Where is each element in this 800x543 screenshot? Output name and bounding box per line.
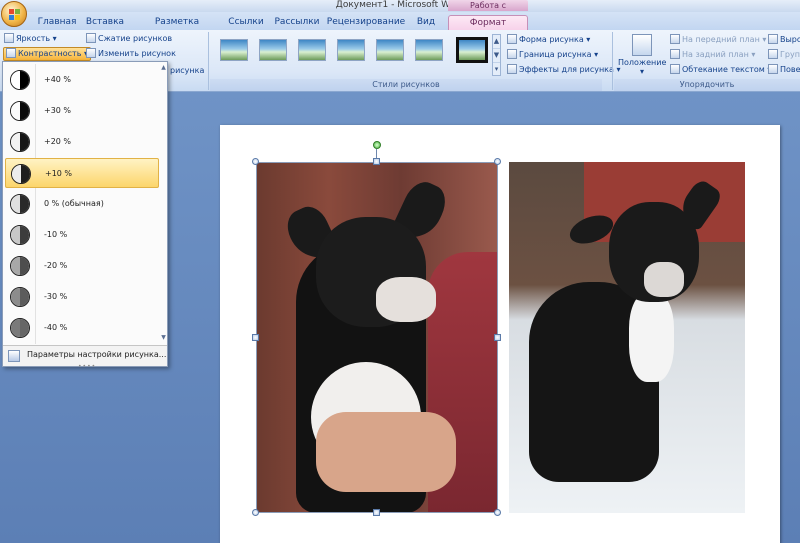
rotate-icon <box>768 64 778 74</box>
contrast-option-plus-40[interactable]: +40 % <box>5 65 159 95</box>
style-gallery-scroll[interactable]: ▲ ▼ ▾ <box>492 34 501 76</box>
contrast-option-minus-20[interactable]: -20 % <box>5 251 159 281</box>
resize-handle-bottom[interactable] <box>373 509 380 516</box>
contrast-dropdown-menu: +40 % +30 % +20 % +10 % 0 % (обычная) -1… <box>2 61 168 370</box>
send-back-icon <box>670 49 680 59</box>
bring-front-icon <box>670 34 680 44</box>
tab-mailings[interactable]: Рассылки <box>272 15 322 30</box>
contrast-level-icon <box>10 256 30 276</box>
resize-handle-left[interactable] <box>252 334 259 341</box>
tab-insert[interactable]: Вставка <box>82 15 128 30</box>
tab-page-layout[interactable]: Разметка страницы <box>132 15 222 41</box>
rotation-handle[interactable] <box>373 141 381 149</box>
picture-shape-button[interactable]: Форма рисунка ▾ <box>507 33 590 47</box>
window-title: Документ1 - Microsoft Word <box>335 0 465 10</box>
tab-review[interactable]: Рецензирование <box>326 15 406 30</box>
change-picture-button[interactable]: Изменить рисунок <box>86 47 176 61</box>
rotate-button[interactable]: Пове <box>768 63 800 77</box>
arrange-group-label: Упорядочить <box>614 79 800 91</box>
resize-handle-top-right[interactable] <box>494 158 501 165</box>
picture-border-button[interactable]: Граница рисунка ▾ <box>507 48 598 62</box>
office-logo-icon <box>9 9 21 21</box>
dog-photo-right[interactable] <box>509 162 745 513</box>
position-button[interactable]: Положение ▾ <box>618 34 666 76</box>
border-icon <box>507 49 517 59</box>
contrast-button[interactable]: Контрастность ▾ <box>3 47 91 61</box>
photo-detail <box>644 262 684 297</box>
send-to-back-button[interactable]: На задний план ▾ <box>670 48 755 62</box>
resize-grip-icon[interactable]: •••• <box>78 363 96 370</box>
tab-view[interactable]: Вид <box>410 15 442 30</box>
resize-handle-bottom-left[interactable] <box>252 509 259 516</box>
resize-handle-right[interactable] <box>494 334 501 341</box>
contrast-option-minus-40[interactable]: -40 % <box>5 313 159 343</box>
contrast-level-icon <box>10 318 30 338</box>
scroll-down-icon[interactable]: ▼ <box>160 334 167 341</box>
tab-home[interactable]: Главная <box>34 15 80 30</box>
picture-effects-button[interactable]: Эффекты для рисунка ▾ <box>507 63 620 77</box>
ribbon-separator <box>208 32 209 90</box>
picture-style-thumb-selected[interactable] <box>456 37 488 63</box>
tab-references[interactable]: Ссылки <box>224 15 268 30</box>
picture-style-thumb[interactable] <box>376 39 404 61</box>
resize-handle-bottom-right[interactable] <box>494 509 501 516</box>
brightness-icon <box>4 33 14 43</box>
picture-settings-menu-item[interactable]: Параметры настройки рисунка... •••• <box>3 345 167 370</box>
scroll-down-icon[interactable]: ▼ <box>493 49 500 63</box>
selection-frame <box>256 162 498 513</box>
contrast-level-icon <box>11 164 31 184</box>
picture-style-thumb[interactable] <box>415 39 443 61</box>
picture-style-thumb[interactable] <box>259 39 287 61</box>
group-icon <box>768 49 778 59</box>
contrast-option-minus-10[interactable]: -10 % <box>5 220 159 250</box>
contrast-level-icon <box>10 225 30 245</box>
align-icon <box>768 34 778 44</box>
ribbon-separator <box>612 32 613 90</box>
contrast-option-normal[interactable]: 0 % (обычная) <box>5 189 159 219</box>
picture-style-thumb[interactable] <box>220 39 248 61</box>
office-button[interactable] <box>1 1 27 27</box>
contrast-level-icon <box>10 70 30 90</box>
group-button[interactable]: Груп <box>768 48 800 62</box>
text-wrap-icon <box>670 64 680 74</box>
picture-tools-header: Работа с рисунками <box>448 0 528 21</box>
contrast-option-minus-30[interactable]: -30 % <box>5 282 159 312</box>
scroll-up-icon[interactable]: ▲ <box>160 64 167 71</box>
reset-picture-button[interactable]: рисунка <box>170 64 204 78</box>
position-icon <box>632 34 652 56</box>
bring-to-front-button[interactable]: На передний план ▾ <box>670 33 766 47</box>
picture-settings-icon <box>8 350 20 362</box>
tab-format[interactable]: Формат <box>448 15 528 30</box>
contrast-level-icon <box>10 132 30 152</box>
picture-style-thumb[interactable] <box>298 39 326 61</box>
compress-icon <box>86 33 96 43</box>
gallery-more-icon[interactable]: ▾ <box>493 63 500 77</box>
text-wrapping-button[interactable]: Обтекание текстом ▾ <box>670 63 771 77</box>
effects-icon <box>507 64 517 74</box>
shape-icon <box>507 34 517 44</box>
resize-handle-top-left[interactable] <box>252 158 259 165</box>
contrast-option-plus-30[interactable]: +30 % <box>5 96 159 126</box>
title-bar: Документ1 - Microsoft Word Работа с рису… <box>0 0 800 21</box>
brightness-button[interactable]: Яркость ▾ <box>4 32 57 46</box>
ribbon-tabs: Главная Вставка Разметка страницы Ссылки… <box>0 12 800 41</box>
compress-pictures-button[interactable]: Сжатие рисунков <box>86 32 172 46</box>
menu-scrollbar[interactable]: ▲ ▼ <box>160 64 167 344</box>
contrast-level-icon <box>10 194 30 214</box>
change-picture-icon <box>86 48 96 58</box>
contrast-level-icon <box>10 101 30 121</box>
picture-styles-group-label: Стили рисунков <box>210 79 602 91</box>
align-button[interactable]: Выро <box>768 33 800 47</box>
contrast-option-plus-10[interactable]: +10 % <box>5 158 159 188</box>
contrast-option-plus-20[interactable]: +20 % <box>5 127 159 157</box>
contrast-icon <box>6 48 16 58</box>
resize-handle-top[interactable] <box>373 158 380 165</box>
scroll-up-icon[interactable]: ▲ <box>493 35 500 49</box>
photo-detail <box>629 292 674 382</box>
picture-style-thumb[interactable] <box>337 39 365 61</box>
contrast-level-icon <box>10 287 30 307</box>
